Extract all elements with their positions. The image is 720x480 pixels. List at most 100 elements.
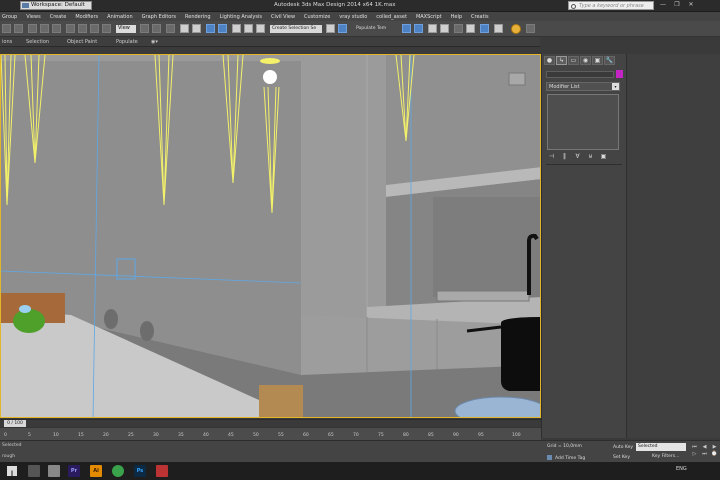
object-color-swatch[interactable]: [616, 70, 623, 78]
store-icon[interactable]: [48, 465, 60, 477]
select-move-button[interactable]: [78, 24, 87, 33]
menu-item-colled-asset[interactable]: colled_asset: [376, 14, 407, 20]
render-production-button[interactable]: [480, 24, 489, 33]
menu-item-vray-studio[interactable]: vray studio: [339, 14, 367, 20]
material-editor-button[interactable]: [440, 24, 449, 33]
ribbon-tab-object-paint[interactable]: Object Paint: [67, 39, 97, 45]
cog-icon[interactable]: [511, 24, 521, 34]
menu-item-rendering[interactable]: Rendering: [185, 14, 211, 20]
make-unique-icon[interactable]: ∀: [572, 152, 583, 161]
create-tab[interactable]: ●: [544, 56, 555, 65]
edit-named-selection-button[interactable]: [232, 24, 241, 33]
viewcube[interactable]: [508, 72, 526, 86]
auto-key-button[interactable]: Auto Key: [613, 445, 633, 450]
photoshop-icon[interactable]: Ps: [134, 465, 146, 477]
tray-language[interactable]: ENG: [676, 466, 687, 472]
ribbon-tab-modeling[interactable]: ions: [2, 39, 12, 45]
ribbon-options-icon[interactable]: ◉▾: [151, 39, 158, 45]
help-search-input[interactable]: Type a keyword or phrase: [568, 1, 654, 10]
go-to-start-icon[interactable]: ⏮: [690, 444, 699, 450]
perspective-viewport[interactable]: [0, 54, 541, 418]
chrome-icon[interactable]: [112, 465, 124, 477]
toggle-layer-explorer-button[interactable]: [338, 24, 347, 33]
premiere-icon[interactable]: Pr: [68, 465, 80, 477]
menu-item-animation[interactable]: Animation: [107, 14, 133, 20]
ribbon-tab-populate[interactable]: Populate: [116, 39, 138, 45]
show-end-result-icon[interactable]: ‖: [559, 152, 570, 161]
menu-item-lighting-analysis[interactable]: Lighting Analysis: [220, 14, 262, 20]
menu-item-civil-view[interactable]: Civil View: [271, 14, 295, 20]
previous-frame-icon[interactable]: ◀: [700, 444, 709, 450]
select-rotate-button[interactable]: [90, 24, 99, 33]
curve-editor-button[interactable]: [414, 24, 423, 33]
reference-coordinate-dropdown[interactable]: View: [116, 25, 136, 33]
motion-tab[interactable]: ◉: [580, 56, 591, 65]
unlink-button[interactable]: [40, 24, 49, 33]
modifier-stack[interactable]: [547, 94, 619, 150]
utilities-tab[interactable]: 🔧: [604, 56, 615, 65]
time-config-icon[interactable]: ⌚: [710, 451, 719, 457]
maximize-icon[interactable]: ❐: [672, 1, 682, 9]
go-to-end-icon[interactable]: ⏭: [700, 451, 709, 457]
redo-button[interactable]: [14, 24, 23, 33]
object-name-field[interactable]: [546, 71, 614, 78]
play-icon[interactable]: ▶: [710, 444, 719, 450]
close-icon[interactable]: ✕: [686, 1, 696, 9]
menu-item-views[interactable]: Views: [26, 14, 40, 20]
percent-snap-button[interactable]: [206, 24, 215, 33]
time-slider-handle[interactable]: 0 / 100: [4, 420, 26, 427]
modify-tab[interactable]: ↳: [556, 56, 567, 65]
menu-item-create[interactable]: Create: [50, 14, 67, 20]
mirror-button[interactable]: [244, 24, 253, 33]
menu-item-customize[interactable]: Customize: [304, 14, 330, 20]
align-button[interactable]: [256, 24, 265, 33]
select-scale-button[interactable]: [102, 24, 111, 33]
menu-item-help[interactable]: Help: [451, 14, 462, 20]
menu-item-graph-editors[interactable]: Graph Editors: [142, 14, 176, 20]
menu-item-modifiers[interactable]: Modifiers: [75, 14, 98, 20]
set-key-button[interactable]: Set Key: [613, 455, 630, 460]
spinner-snap-button[interactable]: [218, 24, 227, 33]
activeshade-button[interactable]: [526, 24, 535, 33]
angle-snap-button[interactable]: [192, 24, 201, 33]
next-frame-icon[interactable]: ▷: [690, 451, 699, 457]
named-selection-dropdown[interactable]: Create Selection Se: [270, 25, 322, 33]
rendered-frame-window-button[interactable]: [466, 24, 475, 33]
display-tab[interactable]: ▣: [592, 56, 603, 65]
workspace-dropdown[interactable]: Workspace: Default: [20, 1, 92, 10]
illustrator-icon[interactable]: Ai: [90, 465, 102, 477]
snaps-toggle-button[interactable]: [180, 24, 189, 33]
minimize-icon[interactable]: —: [658, 1, 668, 9]
pivot-center-button[interactable]: [140, 24, 149, 33]
modifier-list-dropdown[interactable]: Modifier List ▾: [546, 82, 620, 91]
menu-item-creatis[interactable]: Creatis: [471, 14, 489, 20]
3dsmax-icon[interactable]: [156, 465, 168, 477]
file-explorer-icon[interactable]: [28, 465, 40, 477]
schematic-view-button[interactable]: [428, 24, 437, 33]
link-button[interactable]: [28, 24, 37, 33]
bind-space-warp-button[interactable]: [52, 24, 61, 33]
toggle-scene-explorer-button[interactable]: [326, 24, 335, 33]
key-set-dropdown[interactable]: Selected: [636, 443, 686, 451]
quick-access-icon[interactable]: [22, 3, 29, 8]
ribbon-tab-selection[interactable]: Selection: [26, 39, 49, 45]
hierarchy-tab[interactable]: ▭: [568, 56, 579, 65]
windows-start-icon[interactable]: [6, 465, 18, 477]
light-icon[interactable]: [263, 70, 277, 84]
select-manipulate-button[interactable]: [152, 24, 161, 33]
menu-item-maxscript[interactable]: MAXScript: [416, 14, 442, 20]
remove-modifier-icon[interactable]: ⊌: [585, 152, 596, 161]
tick-label: 80: [403, 433, 409, 438]
keyboard-shortcut-override-button[interactable]: [166, 24, 175, 33]
render-setup-button[interactable]: [454, 24, 463, 33]
graphite-tools-button[interactable]: [402, 24, 411, 33]
undo-button[interactable]: [2, 24, 11, 33]
configure-sets-icon[interactable]: ▣: [598, 152, 609, 161]
time-slider[interactable]: 0 / 100: [0, 419, 541, 427]
select-object-button[interactable]: [66, 24, 75, 33]
menu-item-group[interactable]: Group: [2, 14, 17, 20]
key-filters-button[interactable]: Key Filters...: [652, 454, 679, 459]
pin-stack-icon[interactable]: ⊣: [546, 152, 557, 161]
render-iterative-button[interactable]: [494, 24, 503, 33]
add-time-tag-button[interactable]: Add Time Tag: [547, 455, 585, 461]
